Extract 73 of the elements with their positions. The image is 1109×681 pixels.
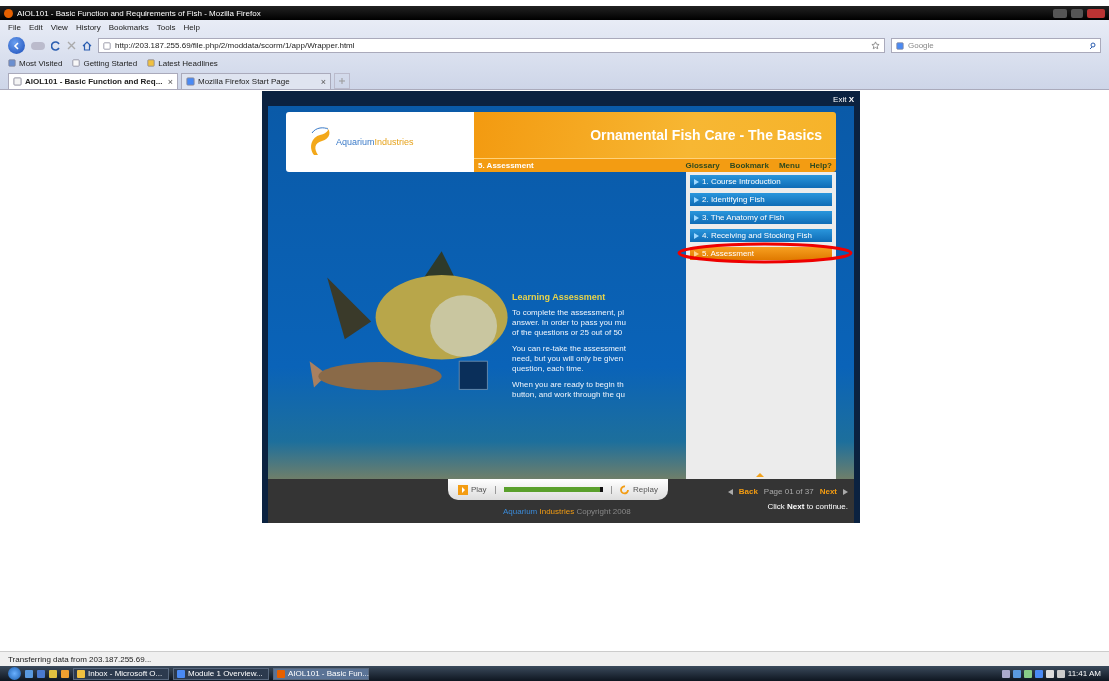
tab-close-button[interactable]: ×: [167, 76, 173, 87]
taskbar-task[interactable]: Module 1 Overview...: [173, 667, 269, 680]
body-paragraph: When you are ready to begin th button, and work through the qu: [512, 379, 626, 400]
address-field[interactable]: http://203.187.255.69/file.php/2/moddata/scorm/1/app/Wrapper.html: [98, 38, 885, 53]
tab-close-button[interactable]: ×: [320, 76, 326, 87]
taskbar-task[interactable]: Inbox - Microsoft O...: [73, 667, 169, 680]
page-icon: [13, 77, 22, 86]
window-title: AIOL101 - Basic Function and Requirements of Fish - Mozilla Firefox: [17, 8, 262, 18]
bullet-icon: [694, 196, 699, 203]
bullet-icon: [694, 178, 699, 185]
firefox-icon: [4, 8, 13, 18]
app-icon: [177, 669, 185, 678]
play-button[interactable]: Play: [458, 484, 487, 495]
menu-item[interactable]: Tools: [156, 23, 176, 32]
start-button[interactable]: [8, 667, 21, 680]
body-paragraph: To complete the assessment, pl answer. In order to pass you mu of the questions or 25 out of 50: [512, 307, 627, 338]
menu-item[interactable]: Help: [183, 23, 200, 32]
nav-link[interactable]: Help?: [809, 161, 832, 170]
plus-icon: [339, 78, 345, 84]
page-icon: [103, 41, 111, 50]
course-title: Ornamental Fish Care - The Basics: [590, 127, 822, 143]
bullet-icon: [694, 232, 699, 239]
app-icon: [277, 669, 285, 678]
star-icon[interactable]: [871, 41, 880, 50]
bookmarks-toolbar-item[interactable]: Getting Started: [72, 58, 138, 68]
back-link[interactable]: Back: [738, 487, 758, 496]
status-text: Transferring data from 203.187.255.69...: [8, 654, 152, 664]
menu-item[interactable]: Edit: [28, 23, 43, 32]
replay-button[interactable]: Replay: [620, 484, 658, 495]
nav-link[interactable]: Menu: [778, 161, 800, 170]
page-counter: Page 01 of 37: [763, 487, 814, 496]
menu-item[interactable]: History: [75, 23, 101, 32]
section-heading: Learning Assessment: [512, 291, 607, 302]
next-link[interactable]: Next: [819, 487, 837, 496]
continue-hint: Click Next to continue.: [767, 502, 848, 511]
menu-item[interactable]: Bookmarks: [108, 23, 149, 32]
favicon-icon: [147, 59, 156, 67]
taskbar-task[interactable]: AIOL101 - Basic Fun...: [273, 667, 369, 680]
back-arrow-icon: [727, 488, 733, 495]
exit-button[interactable]: Exit X: [833, 95, 854, 106]
bullet-icon: [694, 214, 699, 221]
next-arrow-icon: [843, 488, 848, 495]
favicon-icon: [8, 59, 16, 67]
menu-item[interactable]: View: [50, 23, 68, 32]
favicon-icon: [72, 59, 81, 67]
menu-item[interactable]: File: [8, 23, 21, 32]
reload-icon[interactable]: [51, 40, 61, 51]
replay-icon: [620, 484, 631, 495]
home-icon[interactable]: [82, 40, 92, 51]
copyright-text: Aquarium Industries Copyright 2008: [503, 507, 631, 516]
nav-link[interactable]: Glossary: [685, 161, 720, 170]
course-menu-item[interactable]: 2. Identifying Fish: [690, 193, 832, 206]
search-field[interactable]: Google: [891, 38, 1101, 53]
browser-tab[interactable]: AIOL101 - Basic Function and Req... ×: [8, 73, 178, 89]
bookmarks-toolbar-item[interactable]: Latest Headlines: [147, 58, 218, 68]
app-icon: [77, 669, 85, 678]
browser-tab[interactable]: Mozilla Firefox Start Page ×: [181, 73, 331, 89]
close-button[interactable]: [1087, 8, 1105, 18]
logo-text: AquariumIndustries: [336, 137, 414, 147]
page-icon: [186, 77, 195, 86]
course-menu-item[interactable]: 4. Receiving and Stocking Fish: [690, 229, 832, 242]
bullet-icon: [694, 250, 699, 257]
progress-slider[interactable]: [503, 487, 604, 492]
nav-link[interactable]: Bookmark: [729, 161, 769, 170]
play-icon: [458, 484, 468, 495]
section-title: 5. Assessment: [478, 161, 535, 170]
body-paragraph: You can re-take the assessment need, but you will only be given question, each time.: [512, 343, 627, 374]
course-menu-item[interactable]: 1. Course Introduction: [690, 175, 832, 188]
back-button[interactable]: [8, 37, 25, 54]
search-icon[interactable]: [1089, 42, 1096, 49]
bookmarks-toolbar-item[interactable]: Most Visited: [8, 58, 63, 68]
clock: 11:41 AM: [1067, 669, 1101, 678]
course-menu-item[interactable]: 3. The Anatomy of Fish: [690, 211, 832, 224]
